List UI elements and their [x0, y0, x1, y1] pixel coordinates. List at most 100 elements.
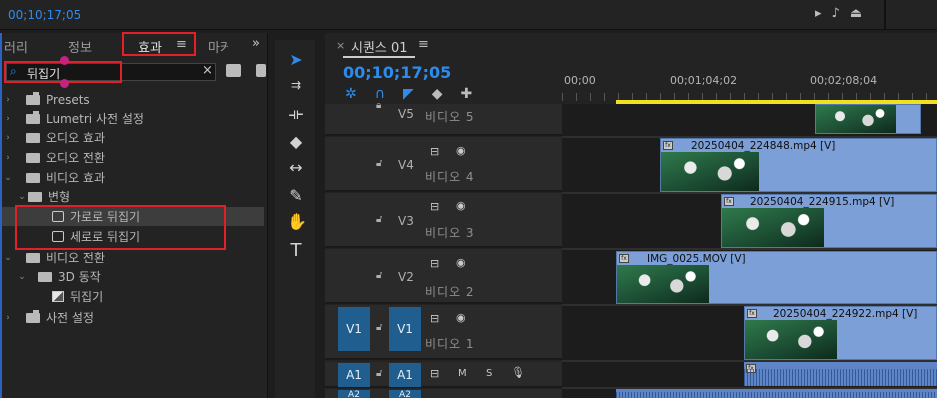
- ruler-label: 00;01;04;02: [670, 74, 738, 87]
- microphone-icon[interactable]: 🎙︎: [511, 366, 525, 379]
- audio-clip-a2[interactable]: [616, 389, 937, 398]
- clip-thumbnail: [722, 208, 824, 247]
- tree-item-lumetri-presets[interactable]: › Lumetri 사전 설정: [2, 109, 264, 128]
- track-divider: [562, 248, 937, 250]
- chevron-down-icon[interactable]: ⌄: [16, 192, 28, 202]
- fx-badge-icon: fx: [724, 197, 734, 206]
- track-target-a2[interactable]: A2: [389, 390, 421, 398]
- chevron-right-icon[interactable]: ›: [2, 133, 14, 143]
- tree-item-video-effects[interactable]: ⌄ 비디오 효과: [2, 168, 264, 187]
- selection-icon[interactable]: ➤: [287, 50, 305, 69]
- pen-icon[interactable]: ✎: [287, 186, 305, 205]
- annotation-dot-top: [60, 56, 69, 65]
- new-preset-icon[interactable]: [256, 64, 266, 77]
- lock-icon[interactable]: 🔒︎: [376, 100, 381, 111]
- lock-icon[interactable]: 🔓︎: [376, 158, 382, 169]
- slip-icon[interactable]: ↔: [287, 158, 305, 177]
- razor-icon[interactable]: ◆: [287, 132, 305, 151]
- insert-icon[interactable]: ▸♪: [815, 6, 850, 21]
- track-name-v2: 비디오 2: [425, 285, 475, 299]
- eye-icon[interactable]: ◉: [456, 199, 466, 212]
- sync-lock-icon[interactable]: ⊟: [430, 145, 439, 158]
- audio-waveform: [616, 391, 937, 398]
- chevron-right-icon[interactable]: ›: [2, 313, 14, 323]
- sync-lock-icon[interactable]: ⊟: [430, 312, 439, 325]
- chevron-down-icon[interactable]: ⌄: [2, 173, 14, 183]
- program-timecode[interactable]: 00;10;17;05: [8, 8, 81, 22]
- export-frame-icon[interactable]: ⏏: [850, 6, 872, 21]
- track-target-a1[interactable]: A1: [389, 363, 421, 387]
- tree-item-audio-transitions[interactable]: › 오디오 전환: [2, 148, 264, 167]
- sync-lock-icon[interactable]: ⊟: [430, 367, 439, 380]
- ripple-edit-icon[interactable]: ⟛: [287, 104, 305, 124]
- tree-item-presets-ko[interactable]: › 사전 설정: [2, 308, 264, 327]
- nest-icon[interactable]: ✲: [345, 86, 375, 102]
- mute-button[interactable]: M: [458, 368, 467, 379]
- track-select-icon[interactable]: ⇉: [287, 78, 305, 92]
- sync-lock-icon[interactable]: ⊟: [430, 257, 439, 270]
- solo-button[interactable]: S: [486, 368, 492, 379]
- tree-item-audio-effects[interactable]: › 오디오 효과: [2, 128, 264, 147]
- clip-thumbnail: [661, 152, 759, 191]
- track-target-v1[interactable]: V1: [389, 307, 421, 351]
- tab-library[interactable]: 러리: [4, 37, 28, 56]
- eye-icon[interactable]: ◉: [456, 311, 466, 324]
- clip-thumbnail: [745, 320, 837, 359]
- track-id-v3: V3: [398, 214, 414, 228]
- clear-search-icon[interactable]: ×: [202, 63, 213, 78]
- clip-v1[interactable]: fx 20250404_224922.mp4 [V]: [744, 306, 937, 360]
- settings-wrench-icon[interactable]: ✚: [461, 86, 491, 102]
- source-patch-a1[interactable]: A1: [338, 363, 370, 387]
- transition-icon: [52, 291, 64, 302]
- chevron-right-icon[interactable]: ›: [2, 95, 14, 105]
- ruler-label: 00;00: [564, 74, 596, 87]
- tree-item-video-transitions[interactable]: ⌄ 비디오 전환: [2, 248, 264, 267]
- tree-item-transform[interactable]: ⌄ 변형: [2, 187, 264, 206]
- fx-badge-icon: fx: [663, 141, 673, 150]
- overflow-icon[interactable]: »: [252, 36, 260, 51]
- track-name-v3: 비디오 3: [425, 226, 475, 240]
- chevron-right-icon[interactable]: ›: [2, 114, 14, 124]
- tree-item-3d-motion[interactable]: ⌄ 3D 동작: [2, 267, 264, 286]
- close-sequence-icon[interactable]: ×: [336, 39, 345, 52]
- linked-selection-icon[interactable]: ◤: [403, 86, 432, 102]
- audio-waveform: [744, 369, 937, 386]
- annotation-box-effects-tab: [122, 32, 196, 56]
- lock-icon[interactable]: 🔓︎: [376, 368, 382, 379]
- chevron-down-icon[interactable]: ⌄: [2, 253, 14, 263]
- sequence-menu-icon[interactable]: ≡: [418, 37, 429, 52]
- tree-item-flip-transition[interactable]: 뒤집기: [2, 287, 264, 306]
- fx-badge-icon: fx: [747, 309, 757, 318]
- clip-thumbnail: [617, 265, 709, 303]
- track-id-v5: V5: [398, 107, 414, 121]
- folder-icon: [26, 132, 40, 143]
- type-icon[interactable]: T: [287, 240, 305, 261]
- ruler-label: 00;02;08;04: [810, 74, 878, 87]
- chevron-right-icon[interactable]: ›: [2, 153, 14, 163]
- lock-icon[interactable]: 🔓︎: [376, 322, 382, 333]
- add-marker-icon[interactable]: ◆: [432, 86, 461, 102]
- hand-icon[interactable]: ✋: [287, 212, 307, 231]
- lock-icon[interactable]: 🔓︎: [376, 214, 382, 225]
- clip-v5[interactable]: [815, 104, 921, 134]
- track-name-v4: 비디오 4: [425, 170, 475, 184]
- lock-icon[interactable]: 🔓︎: [376, 270, 382, 281]
- chevron-down-icon[interactable]: ⌄: [16, 272, 28, 282]
- audio-clip-a1[interactable]: fx: [744, 362, 937, 386]
- annotation-box-flip-effects: [15, 205, 226, 250]
- source-patch-v1[interactable]: V1: [338, 307, 370, 351]
- clip-v2[interactable]: fx IMG_0025.MOV [V]: [616, 251, 937, 304]
- clip-v3[interactable]: fx 20250404_224915.mp4 [V]: [721, 194, 937, 248]
- tab-markers[interactable]: 마커: [208, 37, 228, 56]
- new-bin-icon[interactable]: [226, 64, 241, 77]
- tab-info[interactable]: 정보: [68, 37, 92, 56]
- eye-icon[interactable]: ◉: [456, 256, 466, 269]
- eye-icon[interactable]: ◉: [456, 144, 466, 157]
- sync-lock-icon[interactable]: ⊟: [430, 200, 439, 213]
- sequence-timecode[interactable]: 00;10;17;05: [343, 63, 451, 82]
- sequence-tab[interactable]: 시퀀스 01: [351, 37, 408, 56]
- clip-v4[interactable]: fx 20250404_224848.mp4 [V]: [660, 138, 937, 192]
- source-patch-a2[interactable]: A2: [338, 390, 370, 398]
- top-bar: [0, 0, 937, 30]
- tree-item-presets[interactable]: › Presets: [2, 90, 264, 109]
